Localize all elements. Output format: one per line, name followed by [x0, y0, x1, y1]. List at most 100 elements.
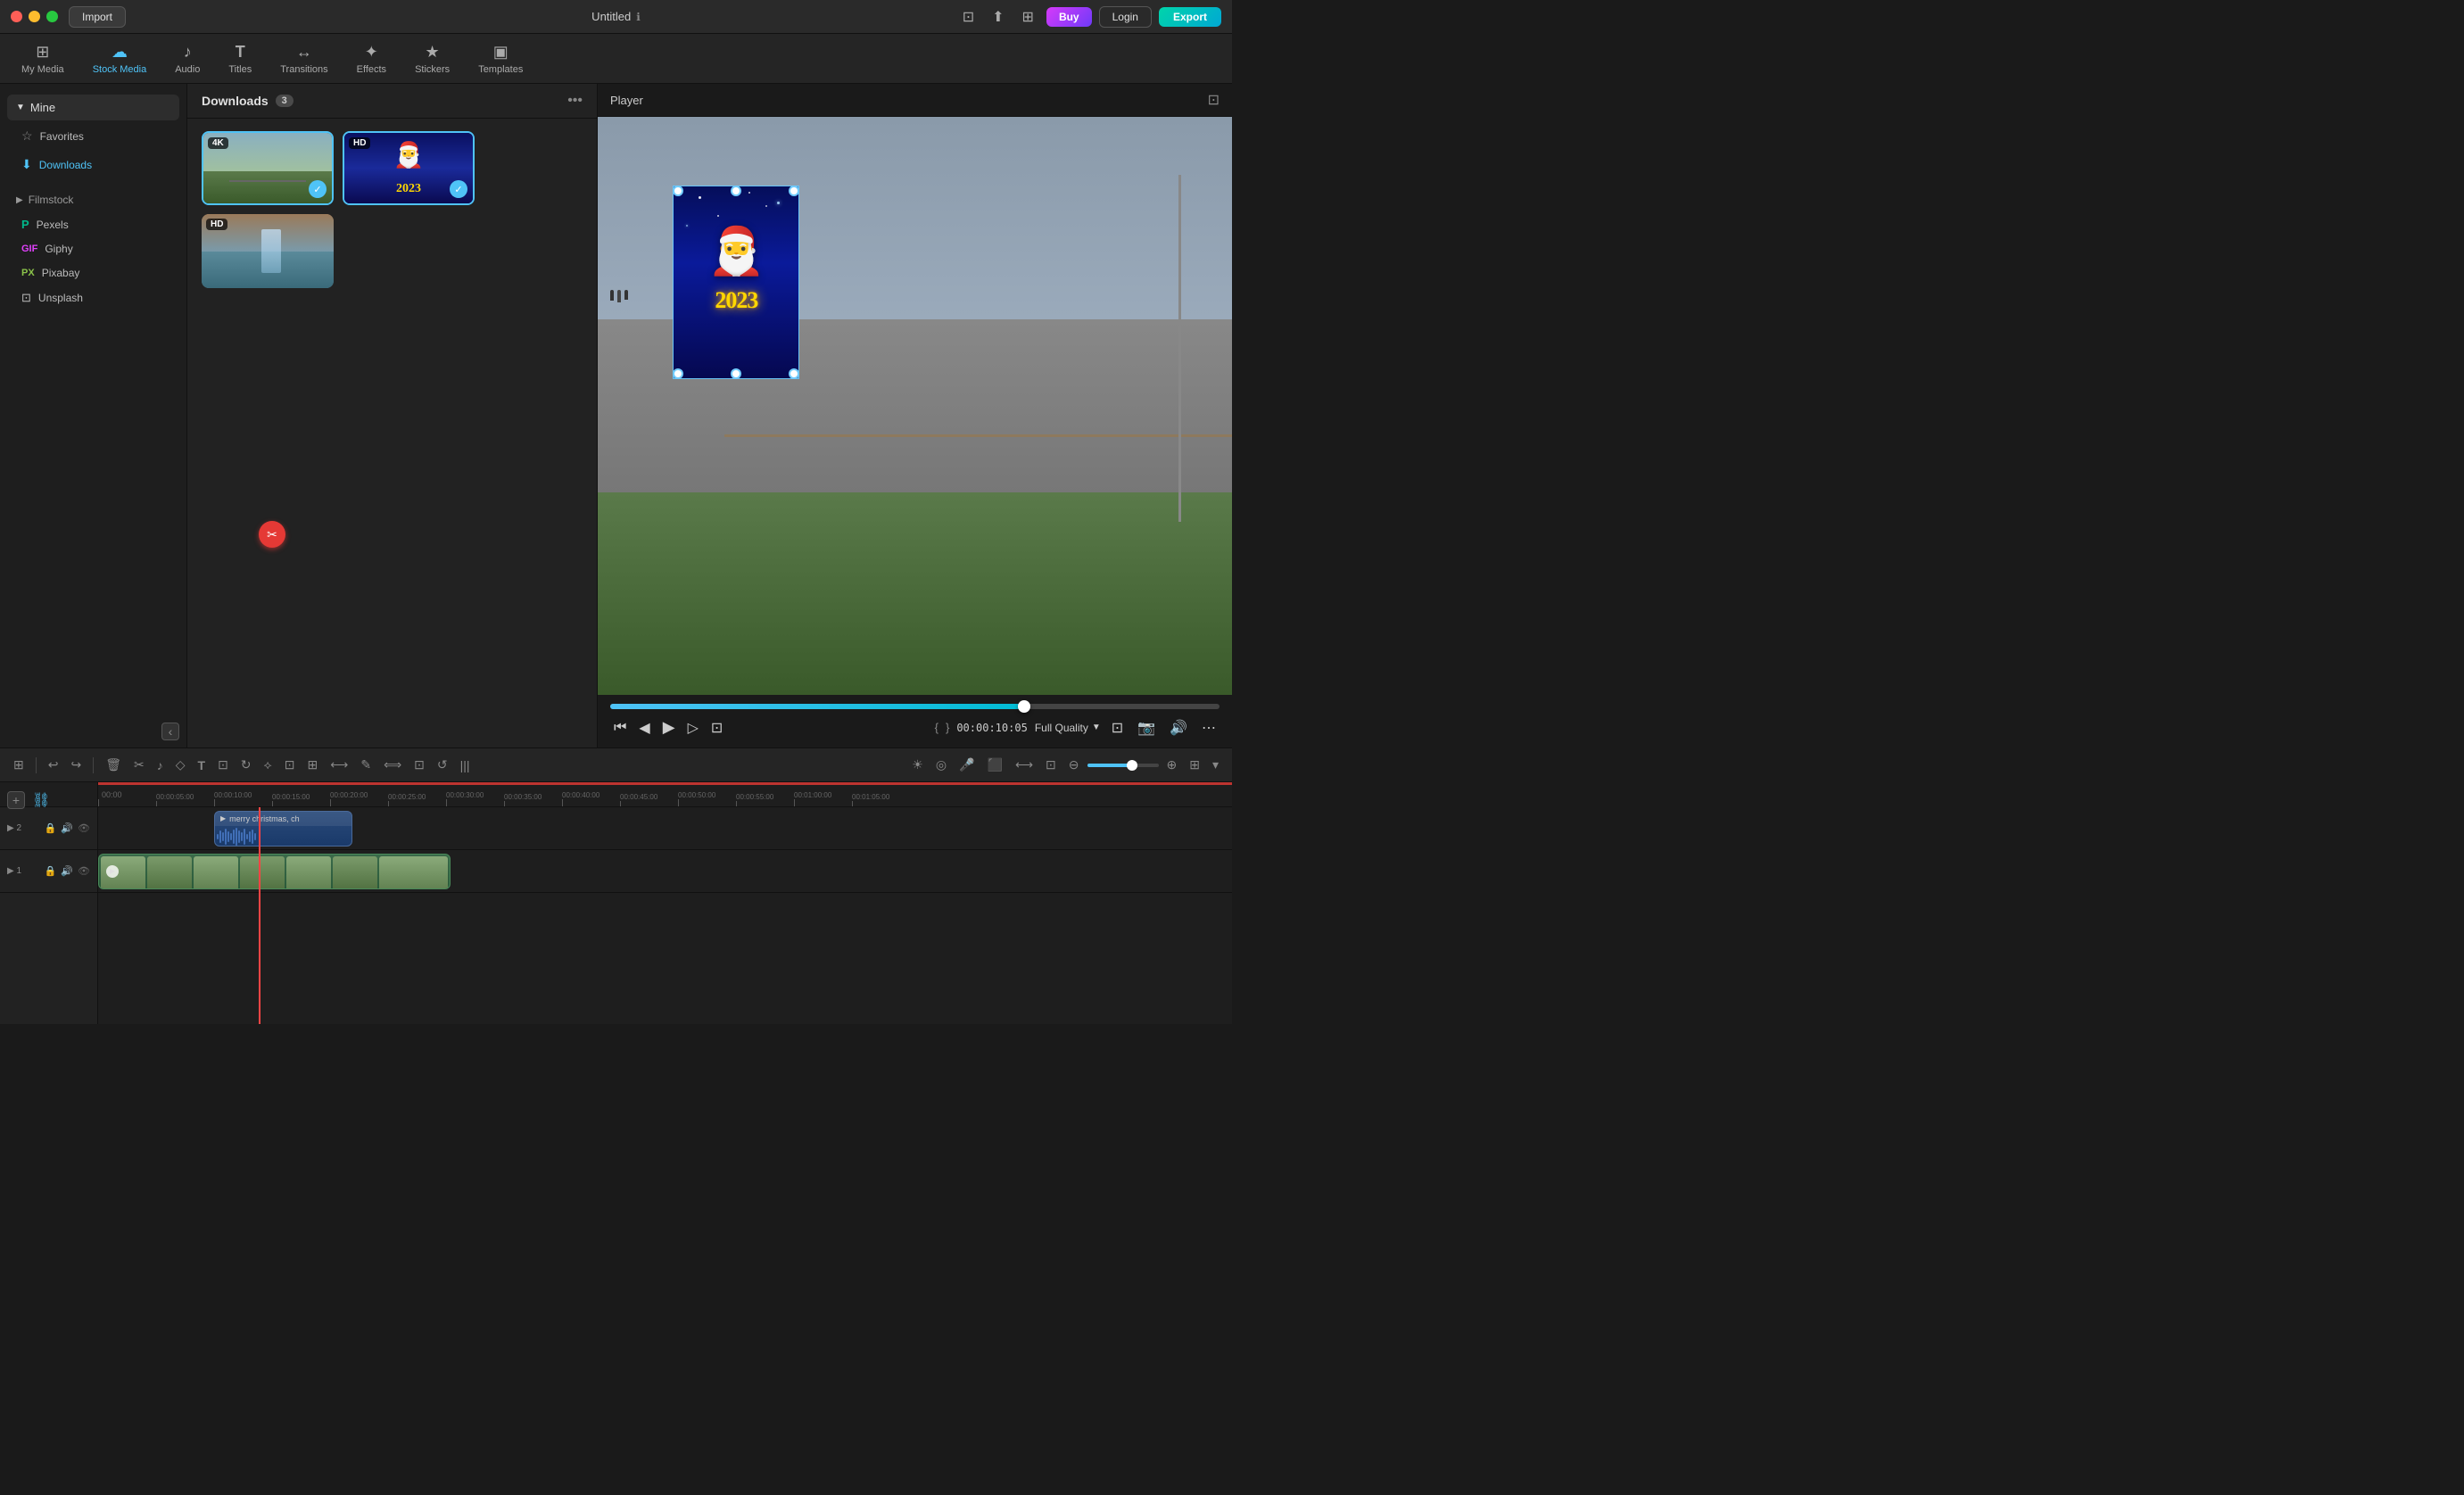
delete-button[interactable]: 🗑: [101, 754, 126, 776]
color-button[interactable]: ⊡: [409, 754, 429, 776]
rotate-button[interactable]: ↻: [236, 754, 256, 776]
ruler-mark-10: 00:00:50:00: [678, 791, 736, 806]
fit-button[interactable]: ⊡: [280, 754, 300, 776]
zoom-in-icon[interactable]: ⊕: [1162, 754, 1182, 776]
grid-icon[interactable]: ⊞: [1017, 6, 1039, 28]
record-icon[interactable]: ⬛: [983, 754, 1007, 776]
selection-handle-topright[interactable]: [789, 186, 799, 196]
cloud-upload-icon[interactable]: ⬆: [987, 6, 1009, 28]
step-back-button[interactable]: ◀: [635, 715, 653, 740]
minimize-button[interactable]: [29, 11, 40, 22]
overlay-video-container[interactable]: 🎅 2023: [674, 186, 798, 378]
zoom-handle[interactable]: [1127, 760, 1137, 771]
progress-bar[interactable]: [610, 704, 1220, 709]
more-options-icon[interactable]: ⋯: [1198, 715, 1220, 740]
track-2-eye-icon[interactable]: 👁: [78, 822, 90, 834]
media-thumbnail-1[interactable]: 4K ✓: [202, 131, 334, 205]
ruler-mark-13: 00:01:05:00: [852, 793, 910, 806]
play-button[interactable]: ▶: [659, 714, 679, 740]
media-more-button[interactable]: •••: [567, 93, 583, 109]
media-thumbnail-2[interactable]: 🎅 2023 HD ✓: [343, 131, 475, 205]
cut-button[interactable]: ✂: [129, 754, 149, 776]
toolbar-label-titles: Titles: [228, 64, 252, 75]
pip-icon[interactable]: ⊡: [1041, 754, 1061, 776]
crop-tool-button[interactable]: ⊡: [213, 754, 233, 776]
timeline-layout-button[interactable]: ⊞: [9, 754, 29, 776]
track-1-lock-icon[interactable]: 🔒: [45, 865, 57, 877]
track-1-eye-icon[interactable]: 👁: [78, 865, 90, 877]
playhead-scissor[interactable]: ✂: [259, 521, 285, 548]
buy-button[interactable]: Buy: [1046, 7, 1092, 27]
track-label-1: ▶ 1 🔒 🔊 👁: [0, 850, 97, 893]
sidebar-item-pexels[interactable]: P Pexels: [7, 212, 179, 236]
more-timeline-icon[interactable]: ▾: [1208, 754, 1223, 776]
toolbar-item-stickers[interactable]: ★ Stickers: [402, 37, 462, 80]
collapse-panel-button[interactable]: ‹: [161, 723, 179, 740]
clip-christmas[interactable]: ▶ merry christmas, ch: [214, 811, 352, 847]
split-icon[interactable]: ⟷: [1011, 754, 1038, 776]
audio-detach-button[interactable]: ♪: [153, 755, 168, 776]
track-labels: + ⛓ ▶ 2 🔒 🔊 👁 ▶ 1: [0, 782, 98, 1024]
freeze-button[interactable]: ⟺: [379, 754, 406, 776]
crop-view-button[interactable]: ⊡: [707, 715, 726, 740]
fullscreen-icon[interactable]: ⊡: [1108, 715, 1127, 740]
speed-button[interactable]: ↺: [433, 754, 452, 776]
quality-selector[interactable]: Full Quality ▼: [1035, 722, 1101, 734]
toolbar-item-titles[interactable]: T Titles: [216, 37, 264, 80]
track-2-lock-icon[interactable]: 🔒: [45, 822, 57, 834]
selection-handle-top[interactable]: [731, 186, 741, 196]
media-thumbnail-3[interactable]: HD: [202, 214, 334, 288]
circle-icon[interactable]: ◎: [931, 754, 951, 776]
text-button[interactable]: T: [194, 755, 211, 776]
sidebar-item-giphy[interactable]: GIF Giphy: [7, 237, 179, 260]
stretch-button[interactable]: ⟷: [326, 754, 352, 776]
toolbar-item-stock-media[interactable]: ☁ Stock Media: [80, 37, 160, 80]
zoom-slider[interactable]: [1087, 764, 1159, 767]
ruler-mark-4: 00:00:20:00: [330, 791, 388, 806]
selection-handle-bottomleft[interactable]: [673, 368, 683, 379]
grid-layout-icon[interactable]: ⊞: [1185, 754, 1204, 776]
login-button[interactable]: Login: [1099, 6, 1152, 28]
screen-icon[interactable]: ⊡: [957, 6, 980, 28]
scale-button[interactable]: ⊞: [303, 754, 323, 776]
add-track-button[interactable]: +: [7, 791, 25, 809]
clip-landscape[interactable]: ▶: [98, 854, 451, 889]
bracket-right: }: [946, 721, 949, 734]
sidebar-item-downloads[interactable]: ⬇ Downloads: [7, 151, 179, 178]
export-button[interactable]: Export: [1159, 7, 1221, 27]
toolbar-item-effects[interactable]: ✦ Effects: [344, 37, 399, 80]
volume-icon[interactable]: 🔊: [1166, 715, 1191, 740]
info-icon[interactable]: ℹ: [636, 11, 641, 23]
undo-button[interactable]: ↩: [44, 754, 63, 776]
redo-button[interactable]: ↪: [66, 754, 86, 776]
link-button[interactable]: ◇: [171, 754, 190, 776]
zoom-out-icon[interactable]: ⊖: [1064, 754, 1084, 776]
sidebar-item-favorites[interactable]: ☆ Favorites: [7, 122, 179, 150]
sidebar-item-unsplash[interactable]: ⊡ Unsplash: [7, 285, 179, 310]
track-2-volume-icon[interactable]: 🔊: [61, 822, 73, 834]
selection-handle-bottomright[interactable]: [789, 368, 799, 379]
track-1-volume-icon[interactable]: 🔊: [61, 865, 73, 877]
filmstock-header[interactable]: ▶ Filmstock: [7, 188, 179, 211]
toolbar-item-templates[interactable]: ▣ Templates: [466, 37, 535, 80]
toolbar-item-audio[interactable]: ♪ Audio: [162, 37, 212, 80]
selection-handle-topleft[interactable]: [673, 186, 683, 196]
mine-header[interactable]: ▼ Mine: [7, 95, 179, 120]
audio-waves-button[interactable]: |||: [456, 755, 475, 776]
draw-button[interactable]: ✎: [356, 754, 376, 776]
import-button[interactable]: Import: [69, 6, 126, 28]
screenshot-icon[interactable]: 📷: [1134, 715, 1159, 740]
frame-step-button[interactable]: ▷: [684, 715, 702, 740]
fullscreen-button[interactable]: [46, 11, 58, 22]
player-expand-button[interactable]: ⊡: [1208, 91, 1220, 109]
selection-handle-bottom[interactable]: [731, 368, 741, 379]
sidebar-item-pixabay[interactable]: PX Pixabay: [7, 261, 179, 285]
rewind-button[interactable]: ⏮: [610, 716, 630, 739]
mic-icon[interactable]: 🎤: [955, 754, 979, 776]
close-button[interactable]: [11, 11, 22, 22]
playhead-scissor-icon[interactable]: ✂: [259, 521, 285, 548]
keyframe-button[interactable]: ⟡: [260, 754, 277, 776]
toolbar-item-my-media[interactable]: ⊞ My Media: [9, 37, 77, 80]
toolbar-item-transitions[interactable]: ↔ Transitions: [268, 37, 340, 80]
brightness-icon[interactable]: ☀: [907, 754, 928, 776]
